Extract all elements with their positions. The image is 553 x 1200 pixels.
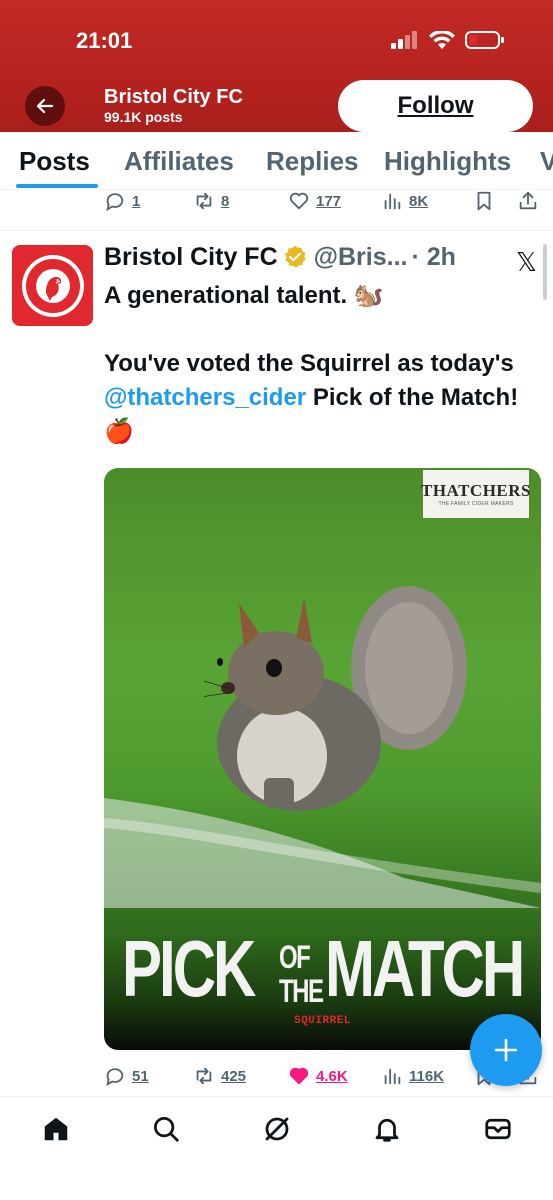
- like-button[interactable]: 177: [288, 190, 341, 212]
- tweet-handle[interactable]: @Bris...: [314, 243, 408, 272]
- repost-button[interactable]: 425: [193, 1065, 246, 1087]
- profile-tabs: Posts Affiliates Replies Highlights V: [0, 132, 553, 190]
- reply-count: 51: [132, 1067, 149, 1085]
- repost-icon: [196, 1067, 212, 1085]
- search-icon: [154, 1117, 179, 1142]
- reply-icon: [106, 1068, 124, 1087]
- share-button[interactable]: [517, 190, 539, 212]
- scrollbar[interactable]: [543, 244, 547, 300]
- headline-pick: PICK: [122, 924, 256, 1013]
- views-button[interactable]: 8K: [381, 190, 428, 212]
- views-icon: [384, 1068, 401, 1085]
- sponsor-tagline: THE FAMILY CIDER MAKERS: [438, 501, 514, 507]
- tweet-line-1: A generational talent. 🐿️: [104, 282, 384, 309]
- headline-of: OF: [279, 939, 311, 975]
- nav-search[interactable]: [148, 1111, 184, 1147]
- tab-more[interactable]: V: [540, 146, 553, 177]
- prev-post-actions: 1 8 177 8K: [0, 190, 553, 220]
- bookmark-button[interactable]: [473, 190, 495, 212]
- share-icon: [519, 191, 537, 210]
- tab-posts[interactable]: Posts: [19, 146, 90, 177]
- avatar[interactable]: [12, 245, 93, 326]
- tab-affiliates[interactable]: Affiliates: [124, 146, 234, 177]
- active-tab-indicator: [16, 184, 98, 188]
- mail-icon: [485, 1118, 511, 1140]
- plus-icon: [494, 1038, 518, 1062]
- views-count: 8K: [409, 192, 429, 210]
- like-count: 4.6K: [316, 1067, 348, 1085]
- tweet-text-part: You've voted the Squirrel as today's: [104, 350, 514, 377]
- nav-notifications[interactable]: [369, 1111, 405, 1147]
- tweet-header: Bristol City FC @Bris... · 2h: [104, 240, 456, 274]
- headline-match: MATCH: [325, 924, 525, 1013]
- wifi-icon: [429, 31, 455, 49]
- views-icon: [384, 193, 401, 210]
- compose-button[interactable]: [470, 1014, 542, 1086]
- profile-post-count: 99.1K posts: [104, 109, 183, 125]
- views-button[interactable]: 116K: [381, 1065, 444, 1087]
- repost-icon: [196, 192, 212, 210]
- tweet-line-2: You've voted the Squirrel as today's @th…: [104, 347, 544, 449]
- reply-button[interactable]: 51: [104, 1065, 149, 1087]
- headline-the: THE: [279, 973, 324, 1009]
- tweet-media-image[interactable]: THATCHERS THE FAMILY CIDER MAKERS PICK O…: [104, 468, 541, 1050]
- nav-home[interactable]: [38, 1111, 74, 1147]
- arrow-left-icon: [36, 98, 54, 114]
- headline-of-the: OF THE: [279, 939, 324, 1009]
- repost-button[interactable]: 8: [193, 190, 229, 212]
- tweet-actions: 51 425 4.6K 116K: [0, 1065, 553, 1095]
- nav-grok[interactable]: [259, 1111, 295, 1147]
- mention-link[interactable]: @thatchers_cider: [104, 384, 306, 411]
- tab-replies[interactable]: Replies: [266, 146, 359, 177]
- sponsor-logo: THATCHERS THE FAMILY CIDER MAKERS: [421, 470, 531, 518]
- battery-icon: [465, 31, 504, 49]
- home-icon: [44, 1117, 68, 1141]
- like-button[interactable]: 4.6K: [288, 1065, 348, 1087]
- bell-icon: [375, 1118, 399, 1142]
- views-count: 116K: [409, 1067, 445, 1085]
- club-crest-icon: [21, 254, 84, 317]
- status-icons: [391, 30, 505, 50]
- reply-count: 1: [132, 192, 141, 210]
- media-caption: SQUIRREL: [294, 1015, 351, 1027]
- like-count: 177: [316, 192, 342, 210]
- signal-icon: [391, 31, 417, 49]
- back-button[interactable]: [25, 86, 65, 126]
- heart-filled-icon: [289, 1067, 309, 1085]
- heart-icon: [289, 192, 309, 210]
- squirrel-graphic: [204, 586, 467, 811]
- bookmark-icon: [477, 191, 491, 211]
- verified-badge-icon: [284, 245, 306, 268]
- sponsor-name: THATCHERS: [421, 481, 531, 500]
- follow-button[interactable]: Follow: [338, 80, 533, 132]
- tweet-author[interactable]: Bristol City FC: [104, 243, 278, 272]
- x-logo-icon: 𝕏: [516, 247, 537, 277]
- status-time: 21:01: [76, 28, 133, 53]
- grok-icon: [265, 1117, 289, 1141]
- repost-count: 425: [221, 1067, 247, 1085]
- bottom-nav: [0, 1096, 553, 1200]
- tab-highlights[interactable]: Highlights: [384, 146, 511, 177]
- reply-icon: [106, 193, 124, 212]
- nav-messages[interactable]: [480, 1111, 516, 1147]
- profile-name: Bristol City FC: [104, 86, 243, 108]
- tweet-time: · 2h: [411, 242, 456, 271]
- post-divider: [0, 230, 553, 231]
- tweet-text: A generational talent. 🐿️ You've voted t…: [104, 279, 544, 449]
- reply-button[interactable]: 1: [104, 190, 140, 212]
- profile-header: 21:01 Bristol City FC 99.1K posts Follow: [0, 0, 553, 132]
- repost-count: 8: [221, 192, 230, 210]
- media-headline: PICK OF THE MATCH: [122, 908, 532, 1013]
